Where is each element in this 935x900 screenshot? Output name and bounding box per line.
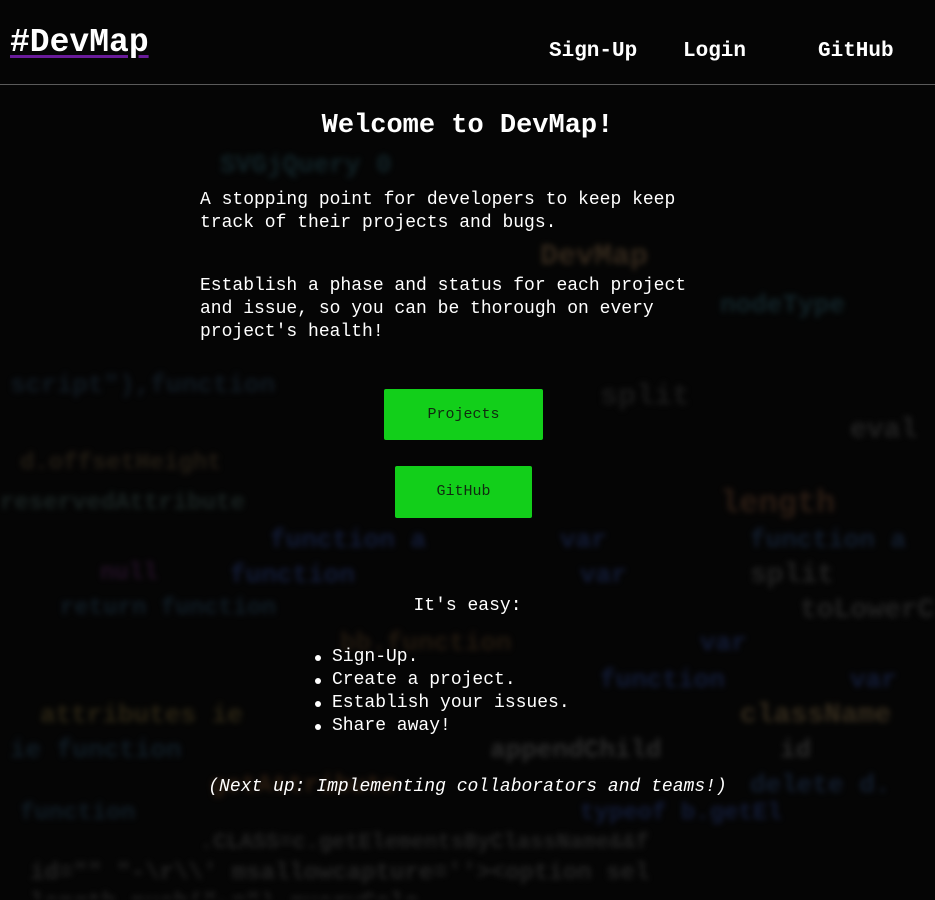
steps-list: Sign-Up. Create a project. Establish you…	[315, 646, 570, 738]
list-item: Establish your issues.	[315, 693, 570, 713]
nav-login-link[interactable]: Login	[683, 40, 746, 63]
header-bar: #DevMap Sign-Up Login GitHub	[0, 0, 935, 85]
nav-github-link[interactable]: GitHub	[818, 40, 894, 63]
page-title: Welcome to DevMap!	[321, 111, 614, 141]
feature-paragraph: Establish a phase and status for each pr…	[200, 276, 687, 342]
main-content: Welcome to DevMap! A stopping point for …	[0, 85, 935, 900]
brand-logo-link[interactable]: #DevMap	[10, 24, 149, 61]
next-up-note: (Next up: Implementing collaborators and…	[208, 777, 727, 797]
github-button[interactable]: GitHub	[395, 466, 532, 518]
nav-signup-link[interactable]: Sign-Up	[549, 40, 637, 63]
list-item: Share away!	[315, 715, 570, 738]
intro-paragraph: A stopping point for developers to keep …	[200, 190, 676, 233]
list-item: Create a project.	[315, 669, 570, 692]
list-item: Sign-Up.	[315, 646, 570, 669]
easy-label: It's easy:	[413, 596, 522, 616]
projects-button[interactable]: Projects	[384, 389, 543, 440]
